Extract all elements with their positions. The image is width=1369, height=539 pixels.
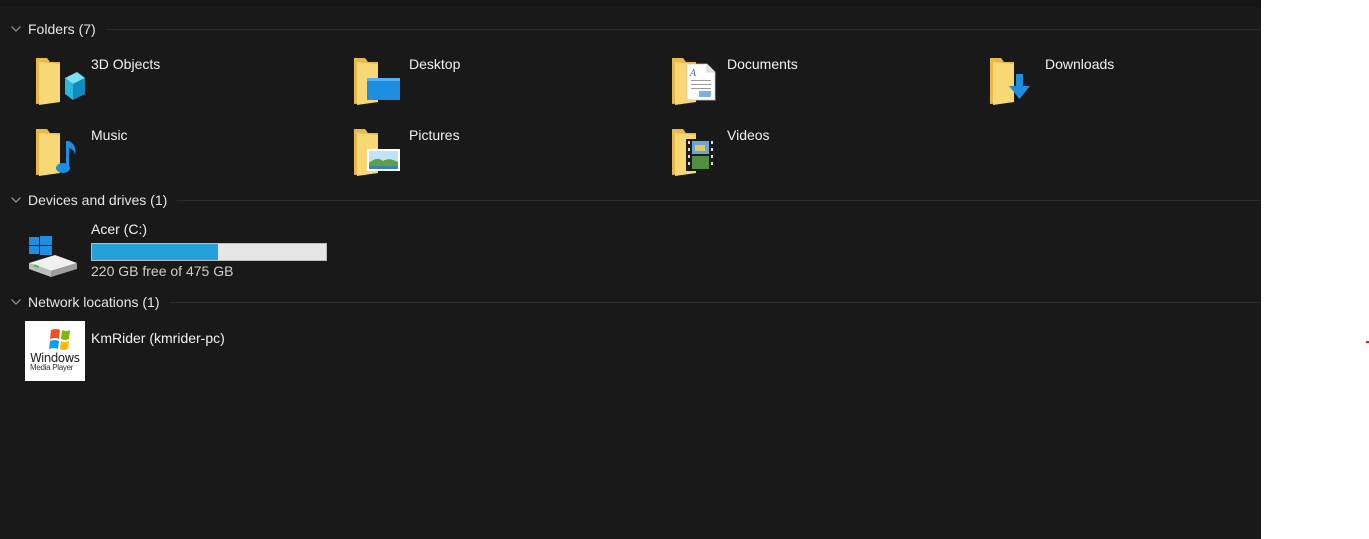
pictures-folder-icon <box>354 129 400 176</box>
drive-item-c[interactable]: Acer (C:) 220 GB free of 475 GB <box>29 221 333 283</box>
group-divider <box>105 28 1261 30</box>
group-divider <box>169 301 1261 303</box>
chevron-down-icon <box>11 299 21 305</box>
folder-item-desktop[interactable]: Desktop <box>351 52 651 114</box>
3d-objects-folder-icon <box>36 58 85 105</box>
group-header-devices-and-drives[interactable]: Devices and drives (1) <box>0 189 1261 211</box>
chevron-down-icon <box>11 197 21 203</box>
folder-label: Music <box>91 127 128 143</box>
folder-label: Desktop <box>409 56 461 72</box>
folder-item-music[interactable]: Music <box>33 123 333 185</box>
documents-folder-icon: A <box>672 58 716 105</box>
folder-label: Videos <box>727 127 770 143</box>
folder-item-downloads[interactable]: Downloads <box>987 52 1261 114</box>
folder-label: Pictures <box>409 127 460 143</box>
group-divider <box>177 199 1261 201</box>
group-title: Network locations (1) <box>28 294 160 310</box>
svg-text:A: A <box>689 69 697 79</box>
group-title: Devices and drives (1) <box>28 192 168 208</box>
folder-item-3d-objects[interactable]: 3D Objects <box>33 52 333 114</box>
folder-label: 3D Objects <box>91 56 161 72</box>
group-title: Folders (7) <box>28 21 96 37</box>
desktop-folder-icon <box>354 58 400 105</box>
windows-drive-icon <box>29 236 77 277</box>
folder-item-documents[interactable]: A Documents <box>669 52 969 114</box>
folder-item-pictures[interactable]: Pictures <box>351 123 651 185</box>
chevron-down-icon <box>11 26 21 32</box>
music-folder-icon <box>36 129 76 176</box>
group-header-network-locations[interactable]: Network locations (1) <box>0 291 1261 313</box>
downloads-folder-icon <box>990 58 1030 105</box>
drive-usage-bar <box>91 243 327 261</box>
network-item-kmrider[interactable]: KmRider (kmrider-pc) <box>33 326 333 388</box>
network-location-label: KmRider (kmrider-pc) <box>91 330 225 346</box>
group-header-folders[interactable]: Folders (7) <box>0 18 1261 40</box>
file-explorer-content: Folders (7) 3D Objects Desktop A Documen… <box>0 0 1261 539</box>
folder-label: Documents <box>727 56 798 72</box>
drive-free-space-text: 220 GB free of 475 GB <box>91 263 234 279</box>
folder-label: Downloads <box>1045 56 1115 72</box>
drive-usage-fill <box>92 244 218 260</box>
videos-folder-icon <box>672 129 715 176</box>
top-strip <box>0 0 1261 7</box>
folder-item-videos[interactable]: Videos <box>669 123 969 185</box>
drive-label: Acer (C:) <box>91 221 147 237</box>
